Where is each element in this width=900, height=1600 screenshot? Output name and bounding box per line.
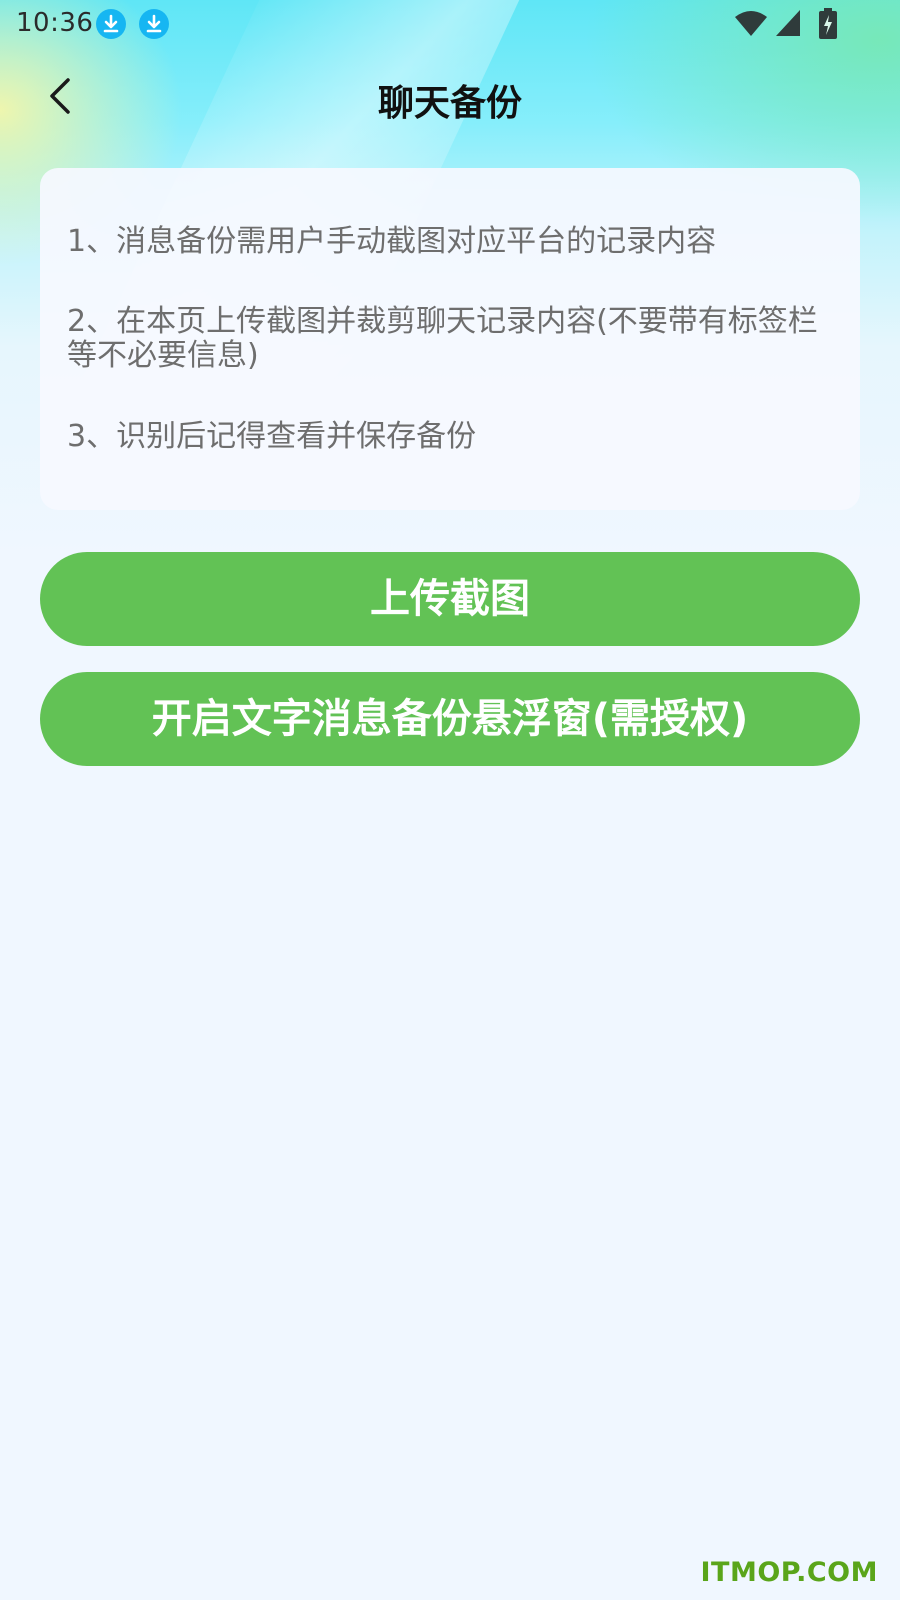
signal-icon	[776, 10, 800, 36]
watermark: ITMOP.COM	[700, 1557, 878, 1588]
instruction-item: 1、消息备份需用户手动截图对应平台的记录内容	[67, 224, 717, 259]
battery-charging-icon	[819, 8, 837, 39]
page-title: 聊天备份	[377, 83, 522, 124]
status-time: 10:36	[16, 8, 94, 38]
instruction-item: 3、识别后记得查看并保存备份	[67, 419, 477, 454]
instruction-item: 2、在本页上传截图并裁剪聊天记录内容(不要带有标签栏等不必要信息)	[67, 304, 818, 373]
app-header: 聊天备份	[0, 60, 900, 140]
status-bar: 10:36	[0, 0, 900, 48]
wifi-icon	[735, 11, 767, 36]
download-icon	[139, 9, 169, 39]
status-indicators	[734, 8, 884, 40]
instructions-card: 1、消息备份需用户手动截图对应平台的记录内容 2、在本页上传截图并裁剪聊天记录内…	[40, 168, 860, 510]
upload-screenshot-button[interactable]: 上传截图	[40, 552, 860, 646]
download-icon	[96, 9, 126, 39]
enable-floating-window-button[interactable]: 开启文字消息备份悬浮窗(需授权)	[40, 672, 860, 766]
